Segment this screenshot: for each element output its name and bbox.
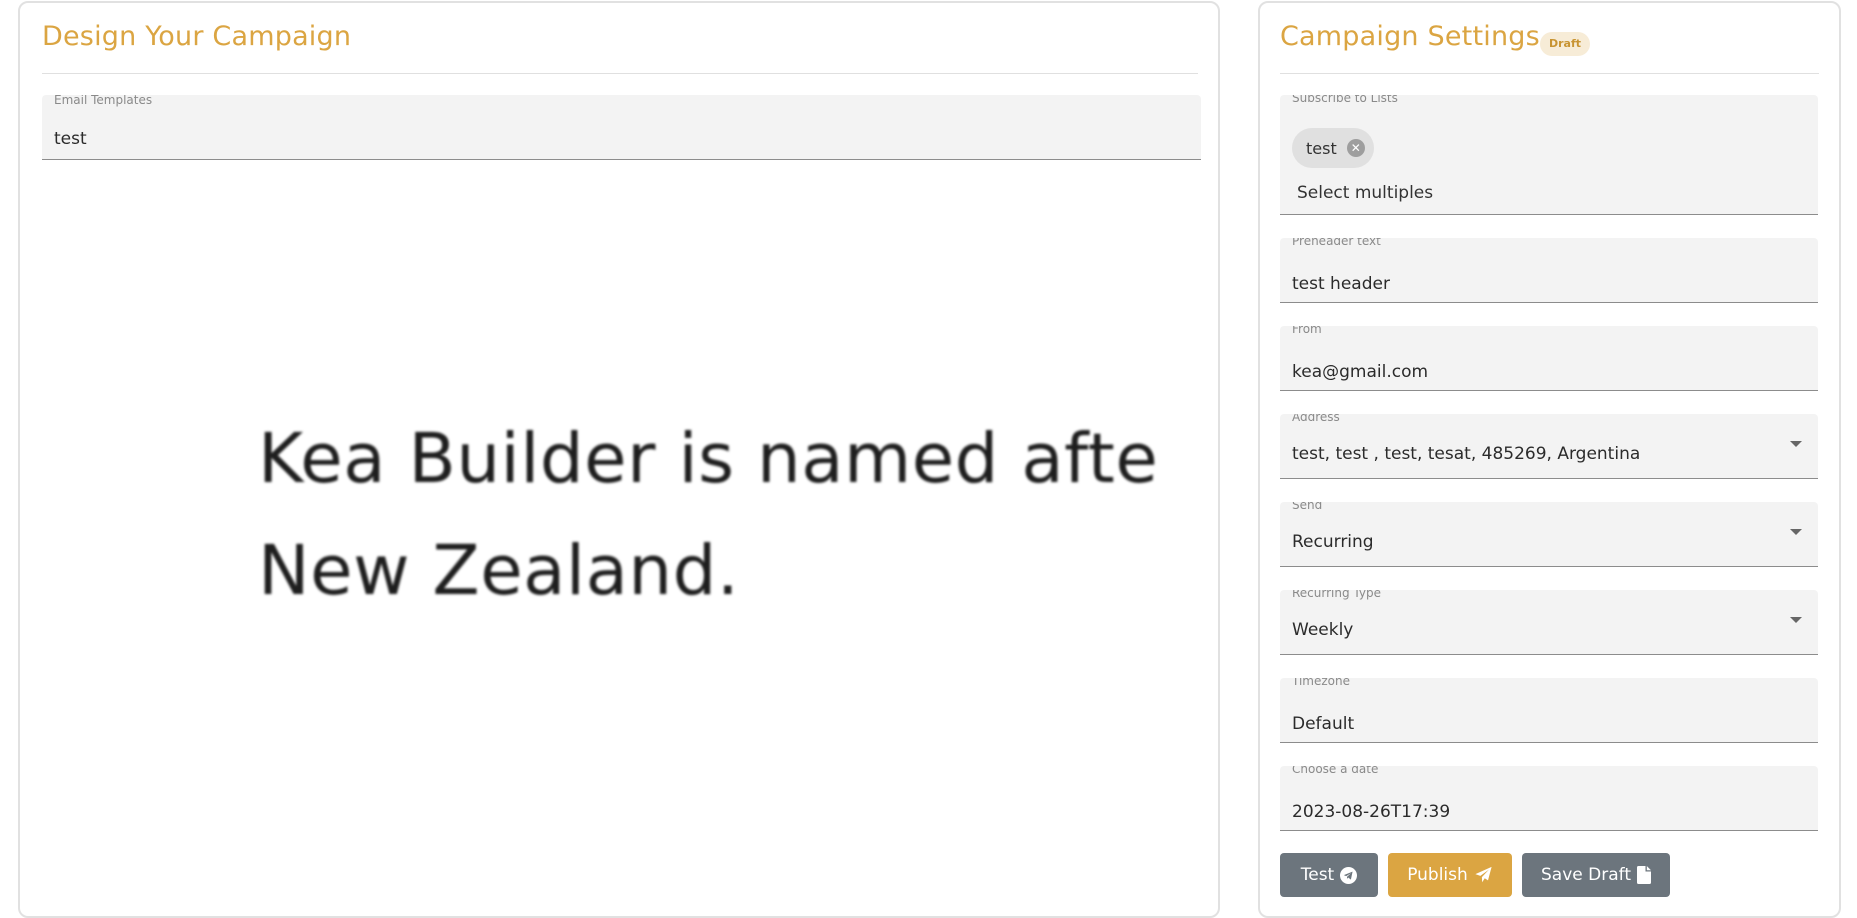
design-campaign-title: Design Your Campaign bbox=[42, 21, 352, 52]
recurring-type-select[interactable]: Recurring Type Weekly bbox=[1280, 590, 1818, 655]
save-draft-button[interactable]: Save Draft bbox=[1522, 853, 1670, 897]
from-label: From bbox=[1292, 326, 1322, 336]
test-button[interactable]: Test bbox=[1280, 853, 1378, 897]
from-input[interactable]: From kea@gmail.com bbox=[1280, 326, 1818, 391]
preheader-value: test header bbox=[1292, 274, 1390, 294]
test-button-label: Test bbox=[1300, 865, 1335, 885]
status-badge: Draft bbox=[1540, 32, 1591, 56]
email-templates-label: Email Templates bbox=[54, 95, 153, 107]
subscribe-lists-select[interactable]: Subscribe to Lists test ✕ Select multipl… bbox=[1280, 95, 1818, 215]
date-value: 2023-08-26T17:39 bbox=[1292, 802, 1451, 822]
save-draft-button-label: Save Draft bbox=[1541, 865, 1631, 885]
template-preview-text: Kea Builder is named afte New Zealand. bbox=[258, 419, 1159, 611]
design-campaign-card: Design Your Campaign Email Templates tes… bbox=[18, 1, 1220, 918]
divider bbox=[1280, 73, 1819, 74]
recurring-type-value: Weekly bbox=[1292, 620, 1354, 640]
file-icon bbox=[1636, 866, 1651, 884]
date-input[interactable]: Choose a date 2023-08-26T17:39 bbox=[1280, 766, 1818, 831]
preheader-input[interactable]: Preheader text test header bbox=[1280, 238, 1818, 303]
publish-button-label: Publish bbox=[1407, 865, 1468, 885]
campaign-settings-title: Campaign Settings bbox=[1280, 21, 1540, 52]
send-label: Send bbox=[1292, 502, 1323, 512]
subscribe-lists-label: Subscribe to Lists bbox=[1292, 95, 1398, 105]
chevron-down-icon[interactable] bbox=[1790, 529, 1802, 535]
list-chip-label: test bbox=[1306, 138, 1337, 158]
address-label: Address bbox=[1292, 414, 1340, 424]
recurring-type-label: Recurring Type bbox=[1292, 590, 1381, 600]
campaign-settings-card: Campaign Settings Draft Subscribe to Lis… bbox=[1258, 1, 1841, 918]
timezone-value: Default bbox=[1292, 714, 1355, 734]
from-value: kea@gmail.com bbox=[1292, 362, 1429, 382]
divider bbox=[42, 73, 1198, 74]
timezone-input[interactable]: Timezone Default bbox=[1280, 678, 1818, 743]
chevron-down-icon[interactable] bbox=[1790, 617, 1802, 623]
timezone-label: Timezone bbox=[1292, 678, 1350, 688]
address-value: test, test , test, tesat, 485269, Argent… bbox=[1292, 444, 1641, 464]
chevron-down-icon[interactable] bbox=[1790, 441, 1802, 447]
telegram-icon bbox=[1340, 866, 1358, 884]
date-label: Choose a date bbox=[1292, 766, 1379, 776]
email-templates-value: test bbox=[54, 129, 87, 149]
address-select[interactable]: Address test, test , test, tesat, 485269… bbox=[1280, 414, 1818, 479]
send-select[interactable]: Send Recurring bbox=[1280, 502, 1818, 567]
publish-button[interactable]: Publish bbox=[1388, 853, 1512, 897]
preheader-label: Preheader text bbox=[1292, 238, 1381, 248]
paper-plane-icon bbox=[1475, 866, 1492, 883]
close-icon[interactable]: ✕ bbox=[1346, 139, 1365, 157]
email-templates-select[interactable]: Email Templates test bbox=[42, 95, 1201, 160]
lists-placeholder[interactable]: Select multiples bbox=[1297, 183, 1433, 203]
template-preview: Kea Builder is named afte New Zealand. bbox=[258, 403, 1198, 613]
send-value: Recurring bbox=[1292, 532, 1374, 552]
list-chip[interactable]: test ✕ bbox=[1292, 128, 1374, 168]
